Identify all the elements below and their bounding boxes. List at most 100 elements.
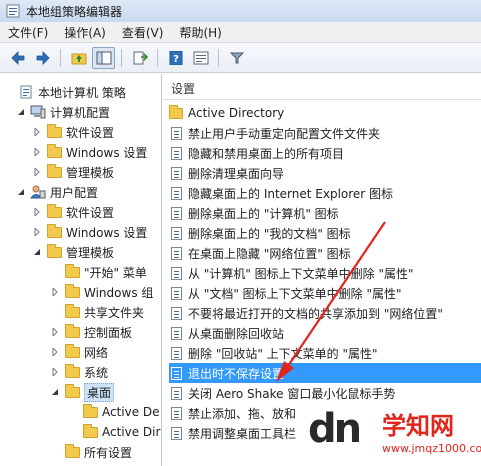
- list-item[interactable]: 隐藏桌面上的 Internet Explorer 图标: [169, 183, 481, 203]
- expand-arrow-icon[interactable]: [50, 287, 60, 297]
- tree-item[interactable]: 网络: [50, 342, 108, 362]
- menu-view[interactable]: 查看(V): [114, 24, 172, 41]
- folder-icon: [46, 163, 62, 179]
- folder-icon: [64, 263, 80, 279]
- folder-icon: [64, 443, 80, 459]
- navigation-tree[interactable]: 本地计算机 策略 计算机配置 软件设置 Windows 设置 管理模板 用户配置 软件设置 W…: [0, 74, 162, 466]
- collapse-arrow-icon[interactable]: [16, 187, 26, 197]
- menu-help[interactable]: 帮助(H): [171, 24, 229, 41]
- tree-item-label: 软件设置: [66, 125, 115, 140]
- list-item[interactable]: 隐藏和禁用桌面上的所有项目: [169, 143, 481, 163]
- collapse-arrow-icon[interactable]: [16, 107, 26, 117]
- show-hide-tree-icon: [96, 51, 111, 64]
- tree-item[interactable]: 桌面: [50, 382, 115, 402]
- expand-arrow-icon[interactable]: [32, 227, 42, 237]
- tree-item[interactable]: 系统: [50, 362, 108, 382]
- tree-item[interactable]: 软件设置: [32, 202, 114, 222]
- column-header-settings[interactable]: 设置: [163, 78, 481, 100]
- back-button[interactable]: [6, 47, 29, 69]
- tree-item[interactable]: Active De: [68, 402, 160, 422]
- tree-item[interactable]: 管理模板: [32, 162, 114, 182]
- tree-item[interactable]: 用户配置: [16, 182, 98, 202]
- policy-icon: [169, 286, 183, 300]
- expand-arrow-icon[interactable]: [32, 127, 42, 137]
- computer-policy-icon: [18, 85, 34, 99]
- tree-item-label: 软件设置: [66, 205, 115, 220]
- tree-item[interactable]: 本地计算机 策略: [4, 82, 126, 102]
- list-item-selected[interactable]: 退出时不保存设置: [169, 363, 481, 383]
- user-icon: [30, 185, 46, 199]
- expand-arrow-icon[interactable]: [32, 167, 42, 177]
- folder-icon: [169, 104, 183, 120]
- tree-item[interactable]: "开始" 菜单: [50, 262, 147, 282]
- filter-icon: [229, 52, 244, 63]
- tree-item-label: 共享文件夹: [84, 305, 145, 320]
- help-button[interactable]: ?: [164, 47, 187, 69]
- help-icon: ?: [169, 50, 182, 65]
- list-item[interactable]: 删除 "回收站" 上下文菜单的 "属性": [169, 343, 481, 363]
- expand-arrow-icon[interactable]: [50, 327, 60, 337]
- tree-item[interactable]: Windows 组: [50, 282, 153, 302]
- tree-item[interactable]: 计算机配置: [16, 102, 110, 122]
- show-hide-tree-button[interactable]: [92, 46, 115, 69]
- menu-bar: 文件(F) 操作(A) 查看(V) 帮助(H): [0, 22, 481, 43]
- expand-arrow-icon[interactable]: [32, 207, 42, 217]
- tree-item[interactable]: 软件设置: [32, 122, 114, 142]
- forward-button[interactable]: [31, 47, 54, 69]
- tree-item[interactable]: Windows 设置: [32, 222, 147, 242]
- list-item-label: 隐藏桌面上的 Internet Explorer 图标: [188, 186, 394, 201]
- menu-file[interactable]: 文件(F): [0, 24, 56, 41]
- list-item[interactable]: 禁止用户手动重定向配置文件文件夹: [169, 123, 481, 143]
- tree-item[interactable]: 共享文件夹: [50, 302, 144, 322]
- policy-icon: [169, 206, 183, 220]
- list-item-label: 从 "计算机" 图标上下文菜单中删除 "属性": [188, 266, 414, 281]
- folder-icon: [82, 403, 98, 419]
- folder-icon: [82, 423, 98, 439]
- column-header-label: 设置: [171, 82, 196, 96]
- folder-icon: [46, 243, 62, 259]
- policy-icon: [169, 426, 183, 440]
- tree-item[interactable]: 控制面板: [50, 322, 132, 342]
- collapse-arrow-icon[interactable]: [32, 247, 42, 257]
- list-item[interactable]: 在桌面上隐藏 "网络位置" 图标: [169, 243, 481, 263]
- filter-button[interactable]: [225, 47, 248, 69]
- tree-item-label: 本地计算机 策略: [38, 85, 126, 100]
- tree-item-label: 管理模板: [66, 165, 115, 180]
- list-item[interactable]: 不要将最近打开的文档的共享添加到 "网络位置": [169, 303, 481, 323]
- policy-icon: [169, 346, 183, 360]
- title-bar: 本地组策略编辑器: [0, 0, 481, 22]
- export-list-button[interactable]: [128, 47, 151, 69]
- policy-icon: [169, 186, 183, 200]
- list-item[interactable]: 从 "计算机" 图标上下文菜单中删除 "属性": [169, 263, 481, 283]
- list-item[interactable]: 从 "文档" 图标上下文菜单中删除 "属性": [169, 283, 481, 303]
- policy-icon: [169, 306, 183, 320]
- watermark-url: www.jmqz1000.com: [382, 442, 481, 455]
- list-item[interactable]: 从桌面删除回收站: [169, 323, 481, 343]
- properties-button[interactable]: [189, 47, 212, 69]
- expand-arrow-icon[interactable]: [50, 367, 60, 377]
- list-item-label: 禁止用户手动重定向配置文件文件夹: [188, 126, 381, 141]
- collapse-arrow-icon[interactable]: [50, 387, 60, 397]
- tree-item[interactable]: 管理模板: [32, 242, 114, 262]
- tree-item[interactable]: Windows 设置: [32, 142, 147, 162]
- list-item[interactable]: 删除清理桌面向导: [169, 163, 481, 183]
- list-item[interactable]: Active Directory: [169, 103, 481, 123]
- list-item-label: 在桌面上隐藏 "网络位置" 图标: [188, 246, 351, 261]
- list-item[interactable]: 删除桌面上的 "我的文档" 图标: [169, 223, 481, 243]
- toolbar-separator: [157, 48, 158, 67]
- folder-icon: [64, 343, 80, 359]
- list-item-label: Active Directory: [188, 106, 285, 120]
- expand-arrow-icon[interactable]: [32, 147, 42, 157]
- folder-icon: [46, 143, 62, 159]
- up-folder-button[interactable]: [67, 47, 90, 69]
- export-list-icon: [133, 51, 148, 64]
- list-item[interactable]: 删除桌面上的 "计算机" 图标: [169, 203, 481, 223]
- svg-text:?: ?: [173, 54, 179, 65]
- tree-item[interactable]: Active Dir: [68, 422, 160, 442]
- tree-item[interactable]: 所有设置: [50, 442, 132, 462]
- menu-action[interactable]: 操作(A): [56, 24, 114, 41]
- folder-icon: [64, 363, 80, 379]
- folder-icon: [46, 203, 62, 219]
- expand-arrow-icon[interactable]: [50, 347, 60, 357]
- tree-item-label: 用户配置: [50, 185, 99, 200]
